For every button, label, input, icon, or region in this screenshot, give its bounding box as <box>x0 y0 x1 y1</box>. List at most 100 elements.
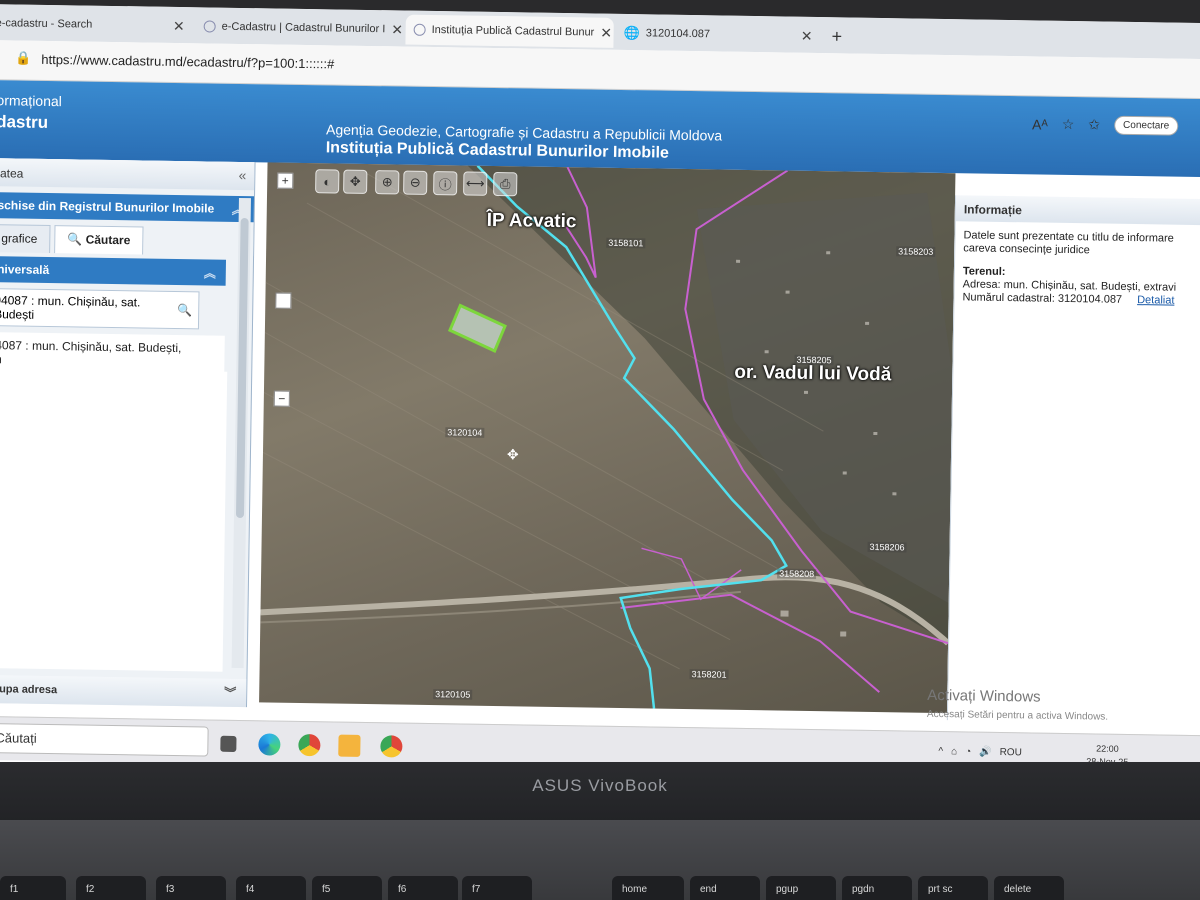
info-icon[interactable]: ⓘ <box>433 171 458 196</box>
key-home: home <box>612 876 684 900</box>
tab-ecadastru[interactable]: e-Cadastru | Cadastrul Bunurilor I ✕ <box>195 11 403 44</box>
task-view-icon[interactable] <box>220 735 237 752</box>
info-notice: Datele sunt prezentate cu titlu de infor… <box>963 229 1174 257</box>
institution-name: Instituția Publică Cadastrul Bunurilor I… <box>325 139 670 162</box>
activate-windows-subtitle: Accesați Setări pentru a activa Windows. <box>926 708 1109 723</box>
key-prtsc: prt sc <box>918 876 988 900</box>
file-explorer-icon[interactable] <box>338 734 361 757</box>
key-f4: f4 <box>236 876 306 900</box>
photo-frame: e-cadastru - Search ✕ e-Cadastru | Cadas… <box>0 0 1200 900</box>
universal-search-section[interactable]: universală ︽ <box>0 255 227 286</box>
language-indicator[interactable]: ROU <box>1000 747 1022 758</box>
collections-icon[interactable]: ✩ <box>1088 116 1100 133</box>
lock-icon: 🔒 <box>15 50 32 66</box>
chrome-icon[interactable] <box>298 733 321 757</box>
laptop-brand: ASUS VivoBook <box>532 776 668 795</box>
read-aloud-icon[interactable]: Aᴬ <box>1032 116 1048 132</box>
place-label-acvatic: ÎP Acvatic <box>486 209 577 233</box>
zoom-out-icon[interactable]: ⊖ <box>403 170 428 195</box>
zoom-slider-handle[interactable] <box>275 292 292 309</box>
tab-search[interactable]: e-cadastru - Search ✕ <box>0 8 193 41</box>
key-end: end <box>690 876 760 900</box>
parcel-label: 3158203 <box>896 246 936 257</box>
place-label-town: or. Vadul lui Vodă <box>734 361 892 386</box>
panel-header: litatea « <box>0 157 255 191</box>
results-area <box>0 367 228 672</box>
zoom-out-button[interactable]: − <box>273 390 290 407</box>
cursor-crosshair-icon: ✥ <box>506 446 519 463</box>
panel-tabs: grafice 🔍 Căutare <box>0 217 254 257</box>
close-icon[interactable]: ✕ <box>173 17 185 34</box>
site-favicon-icon <box>413 23 426 36</box>
pan-hand-icon[interactable]: ◐ <box>315 169 340 194</box>
connect-button[interactable]: Conectare <box>1113 115 1179 136</box>
parcel-label: 3120105 <box>433 689 473 700</box>
search-icon[interactable]: 🔍 <box>177 303 192 317</box>
info-panel-title: Informație <box>955 195 1200 226</box>
network-icon[interactable]: ⌂ <box>951 746 957 757</box>
new-tab-button[interactable]: + <box>823 21 853 51</box>
universal-search-title: universală <box>0 262 50 277</box>
tab-label: 3120104.087 <box>645 27 711 41</box>
browser-toolbar: Aᴬ ☆ ✩ Conectare <box>1032 114 1179 136</box>
key-delete: delete <box>994 876 1064 900</box>
edge-browser-icon[interactable] <box>258 733 281 756</box>
wifi-icon[interactable]: ◔ <box>965 746 971 757</box>
volume-icon[interactable]: 🔊 <box>979 747 992 758</box>
key-f3: f3 <box>156 876 226 900</box>
parcel-label: 3120104 <box>445 427 485 438</box>
activate-windows-title: Activați Windows <box>927 686 1041 706</box>
url-input[interactable]: https://www.cadastru.md/ecadastru/f?p=10… <box>41 51 334 71</box>
tab-parcel[interactable]: 🌐 3120104.087 ✕ <box>615 18 820 51</box>
tab-label: Instituția Publică Cadastrul Bunur <box>431 23 595 39</box>
address-search-section[interactable]: e dupa adresa ︾ <box>0 674 247 708</box>
chrome-icon[interactable] <box>380 735 403 758</box>
tab-cautare[interactable]: 🔍 Căutare <box>54 225 144 255</box>
cadastral-number: Numărul cadastral: 3120104.087 <box>962 291 1123 306</box>
search-value: 04087 : mun. Chișinău, sat. Budești <box>0 293 141 322</box>
search-icon: 🔍 <box>67 232 83 247</box>
close-icon[interactable]: ✕ <box>600 24 612 41</box>
search-input[interactable]: 04087 : mun. Chișinău, sat. Budești 🔍 <box>0 288 200 330</box>
laptop-screen: e-cadastru - Search ✕ e-Cadastru | Cadas… <box>0 4 1200 784</box>
result-line2: an <box>0 352 219 370</box>
chevron-up-icon[interactable]: ^ <box>938 746 943 757</box>
print-icon[interactable]: ⎙ <box>493 171 518 197</box>
collapse-icon[interactable]: « <box>238 167 246 183</box>
left-panel: litatea « eschise din Registrul Bunurilo… <box>0 157 256 708</box>
key-f2: f2 <box>76 876 146 900</box>
system-tray: ^ ⌂ ◔ 🔊 ROU <box>938 746 1022 758</box>
zoom-in-button[interactable]: + <box>277 172 294 189</box>
close-icon[interactable]: ✕ <box>391 21 403 38</box>
taskbar-search-label: Căutați <box>0 730 37 746</box>
registry-section[interactable]: eschise din Registrul Bunurilor Imobile … <box>0 191 255 223</box>
favorite-star-icon[interactable]: ☆ <box>1062 116 1075 133</box>
key-f5: f5 <box>312 876 382 900</box>
globe-icon: 🌐 <box>623 24 640 41</box>
tab-label: e-Cadastru | Cadastrul Bunurilor I <box>221 20 386 36</box>
measure-icon[interactable]: ⟷ <box>463 171 488 196</box>
taskbar-search[interactable]: Căutați <box>0 722 209 757</box>
detail-link[interactable]: Detaliat <box>1137 294 1174 307</box>
tab-grafice[interactable]: grafice <box>0 224 51 254</box>
panel-header-label: litatea <box>0 166 24 181</box>
zoom-in-icon[interactable]: ⊕ <box>375 170 400 195</box>
scrollbar[interactable] <box>231 197 251 669</box>
parcel-label: 3158101 <box>606 237 646 249</box>
key-f7: f7 <box>462 876 532 900</box>
key-f1: f1 <box>0 876 66 900</box>
parcel-label: 3158201 <box>689 669 729 680</box>
brand-line1: ormațional <box>0 92 62 110</box>
parcel-label: 3158205 <box>794 354 834 366</box>
registry-section-title: eschise din Registrul Bunurilor Imobile <box>0 198 215 216</box>
brand-line2: dastru <box>0 112 49 132</box>
site-favicon-icon <box>203 20 216 33</box>
chevron-up-icon[interactable]: ︽ <box>204 264 216 281</box>
scrollbar-thumb[interactable] <box>235 217 249 519</box>
cadastral-map[interactable]: ◐ ✥ ⊕ ⊖ ⓘ ⟷ ⎙ + − ÎP Acvatic or. Vadul l… <box>259 162 956 714</box>
chevron-down-icon[interactable]: ︾ <box>224 684 236 701</box>
close-icon[interactable]: ✕ <box>801 27 813 44</box>
tab-institutia[interactable]: Instituția Publică Cadastrul Bunur ✕ <box>405 14 614 48</box>
move-arrows-icon[interactable]: ✥ <box>343 169 368 194</box>
key-pgdn: pgdn <box>842 876 912 900</box>
